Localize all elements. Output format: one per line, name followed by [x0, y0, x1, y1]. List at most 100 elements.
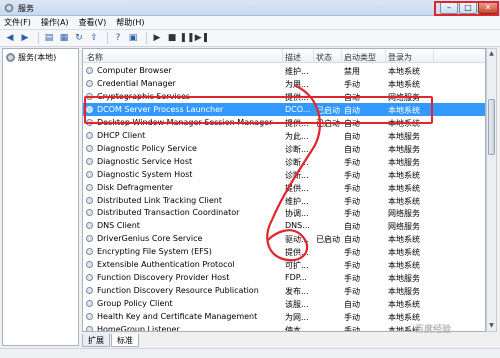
scroll-up-icon[interactable]: ▲ — [487, 49, 496, 59]
column-divider[interactable] — [385, 49, 386, 63]
watermark: 百度经验 — [415, 325, 452, 335]
column-divider[interactable] — [313, 49, 314, 63]
cell-status: 已启动 — [316, 235, 340, 245]
service-icon — [86, 326, 93, 331]
column-header-startup-type[interactable]: 启动类型 — [344, 52, 376, 63]
cell-desc: 提供... — [285, 248, 309, 258]
view-tabs: 扩展 标准 — [82, 334, 140, 347]
table-row[interactable]: Encrypting File System (EFS) 提供... 手动 本地系统 — [83, 245, 485, 258]
table-row[interactable]: DCOM Server Process Launcher DCO... 已启动 自动 本… — [83, 102, 485, 116]
cell-logon: 网络服务 — [388, 92, 420, 102]
close-button[interactable]: ✕ — [478, 1, 498, 14]
cell-name: DCOM Server Process Launcher — [97, 104, 224, 114]
cell-startup: 手动 — [344, 274, 360, 284]
cell-startup: 手动 — [344, 313, 360, 323]
table-row[interactable]: Distributed Transaction Coordinator 协调...… — [83, 206, 485, 219]
forward-icon[interactable]: ▶ — [19, 32, 31, 44]
menu-action[interactable]: 操作(A) — [41, 17, 69, 28]
tab-standard[interactable]: 标准 — [111, 334, 139, 347]
list-header: 名称 描述 状态 启动类型 登录为 — [83, 49, 485, 63]
maximize-button[interactable]: □ — [459, 1, 477, 14]
menu-bar: 文件(F) 操作(A) 查看(V) 帮助(H) — [0, 16, 500, 30]
table-row[interactable]: DNS Client DNS... 自动 网络服务 — [83, 219, 485, 232]
table-row[interactable]: Diagnostic Policy Service 诊断... 自动 本地服务 — [83, 142, 485, 155]
gear-icon — [6, 53, 15, 62]
pause-icon[interactable]: ❚❚ — [179, 32, 194, 44]
service-icon — [86, 105, 93, 113]
table-row[interactable]: Cryptographic Services 提供... 自动 网络服务 — [83, 90, 485, 103]
cell-startup: 禁用 — [344, 67, 360, 76]
table-row[interactable]: DHCP Client 为此... 自动 本地服务 — [83, 129, 485, 142]
cell-desc: 提供... — [285, 183, 309, 193]
services-app-icon — [4, 3, 14, 13]
table-row[interactable]: Computer Browser 维护... 禁用 本地系统 — [83, 64, 485, 77]
cell-name: HomeGroup Listener — [97, 325, 180, 332]
cell-name: Group Policy Client — [97, 299, 173, 309]
cell-name: DHCP Client — [97, 130, 146, 140]
cell-logon: 本地服务 — [388, 274, 420, 284]
table-row[interactable]: Credential Manager 为用... 手动 本地系统 — [83, 77, 485, 90]
scrollbar-thumb[interactable] — [488, 99, 495, 155]
cell-desc: 协调... — [285, 209, 309, 219]
back-icon[interactable]: ◀ — [4, 32, 16, 44]
export-icon[interactable]: ⇪ — [88, 32, 100, 44]
tree-node-services-local[interactable]: 服务(本地) — [6, 52, 56, 63]
minimize-button[interactable]: – — [440, 1, 458, 14]
cell-logon: 本地服务 — [388, 131, 420, 141]
column-divider[interactable] — [282, 49, 283, 63]
menu-file[interactable]: 文件(F) — [4, 17, 31, 28]
cell-name: Cryptographic Services — [97, 91, 191, 101]
properties-sheet-icon[interactable]: ▣ — [127, 32, 139, 44]
table-row[interactable]: Group Policy Client 该服... 自动 本地系统 — [83, 297, 485, 310]
table-row[interactable]: Diagnostic System Host 诊断... 手动 本地系统 — [83, 168, 485, 181]
cell-name: Distributed Link Tracking Client — [97, 195, 222, 205]
column-header-status[interactable]: 状态 — [316, 52, 332, 63]
service-icon — [86, 79, 93, 87]
cell-startup: 自动 — [344, 131, 360, 141]
stop-icon[interactable]: ■ — [166, 32, 178, 44]
cell-logon: 本地系统 — [388, 300, 420, 310]
menu-help[interactable]: 帮助(H) — [116, 17, 144, 28]
properties-icon[interactable]: ▦ — [58, 32, 70, 44]
service-icon — [86, 313, 93, 321]
service-icon — [86, 261, 93, 269]
column-divider[interactable] — [341, 49, 342, 63]
cell-desc: 维护... — [285, 196, 309, 206]
service-icon — [86, 287, 93, 295]
cell-logon: 本地系统 — [388, 67, 420, 76]
table-row[interactable]: Desktop Window Manager Session Manager 提供… — [83, 116, 485, 129]
table-row[interactable]: Function Discovery Provider Host FDP... 手动… — [83, 271, 485, 284]
cell-desc: 诊断... — [285, 144, 309, 154]
table-row[interactable]: DriverGenius Core Service 驱动... 已启动 自动 本地系统 — [83, 232, 485, 245]
vertical-scrollbar[interactable]: ▲ ▼ — [486, 48, 497, 332]
table-row[interactable]: Disk Defragmenter 提供... 手动 本地系统 — [83, 181, 485, 194]
help-icon[interactable]: ? — [112, 32, 124, 44]
table-row[interactable]: Diagnostic Service Host 诊断... 手动 本地服务 — [83, 155, 485, 168]
cell-desc: 为用... — [285, 79, 309, 89]
play-icon[interactable]: ▶ — [151, 32, 163, 44]
scroll-down-icon[interactable]: ▼ — [487, 321, 496, 331]
cell-status: 已启动 — [316, 105, 340, 115]
column-header-name[interactable]: 名称 — [87, 52, 103, 63]
table-row[interactable]: Extensible Authentication Protocol 可扩... 手… — [83, 258, 485, 271]
cell-name: Diagnostic Policy Service — [97, 143, 197, 153]
tree-pane: 服务(本地) — [2, 48, 79, 346]
cell-startup: 自动 — [344, 235, 360, 245]
tab-extended[interactable]: 扩展 — [82, 334, 110, 347]
cell-logon: 本地系统 — [388, 118, 420, 128]
menu-view[interactable]: 查看(V) — [79, 17, 107, 28]
cell-name: Diagnostic Service Host — [97, 156, 193, 166]
table-row[interactable]: Function Discovery Resource Publication 发… — [83, 284, 485, 297]
service-icon — [86, 222, 93, 230]
cell-logon: 本地系统 — [388, 261, 420, 271]
column-header-description[interactable]: 描述 — [285, 52, 301, 63]
cell-logon: 本地服务 — [388, 157, 420, 167]
refresh-icon[interactable]: ↻ — [73, 32, 85, 44]
column-divider[interactable] — [433, 49, 434, 63]
column-header-logon-as[interactable]: 登录为 — [388, 52, 412, 63]
status-bar — [0, 348, 500, 358]
cell-startup: 手动 — [344, 287, 360, 297]
show-tree-icon[interactable]: ▤ — [43, 32, 55, 44]
restart-icon[interactable]: ▶❚ — [195, 32, 209, 44]
table-row[interactable]: Distributed Link Tracking Client 维护... 手动 本… — [83, 194, 485, 207]
